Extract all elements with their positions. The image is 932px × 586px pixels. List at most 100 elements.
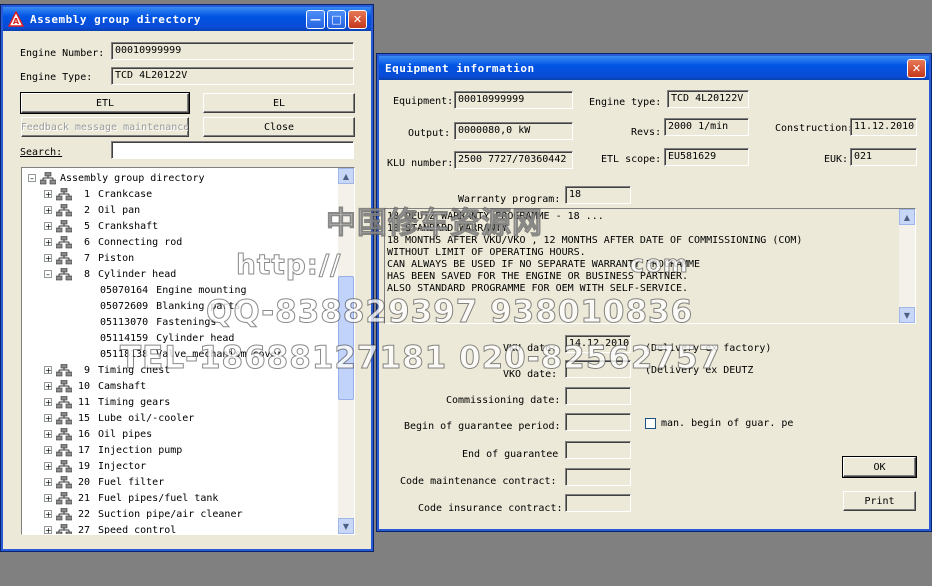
group-name: Fuel pipes/fuel tank (98, 492, 219, 504)
tree-group-item[interactable]: +9 Timing chest (44, 362, 170, 378)
expand-icon[interactable]: + (44, 446, 52, 455)
vku-date-label: VKU date: (503, 343, 558, 354)
subitem-name: Blanking parts (156, 300, 241, 312)
subitem-name: Engine mounting (156, 284, 247, 296)
output-label: Output: (408, 128, 451, 139)
group-name: Camshaft (98, 380, 147, 392)
chevron-down-icon: ▼ (342, 521, 350, 531)
maximize-button[interactable]: □ (327, 10, 346, 29)
tree-group-item[interactable]: – 8 Cylinder head (44, 266, 176, 282)
print-button[interactable]: Print (843, 491, 916, 511)
tree-subitem[interactable]: 05072609 Blanking parts (100, 298, 240, 314)
group-number: 7 (83, 252, 90, 264)
tree-group-item[interactable]: +1 Crankcase (44, 186, 152, 202)
subitem-code: 05118138 (100, 348, 149, 360)
window-title: Assembly group directory (30, 12, 201, 26)
tree-group-item[interactable]: +10 Camshaft (44, 378, 146, 394)
group-number: 1 (83, 188, 90, 200)
window-close-button[interactable]: ✕ (348, 10, 367, 29)
expand-icon[interactable]: + (44, 462, 52, 471)
close-icon: ✕ (911, 62, 922, 75)
engine-number-label: Engine Number: (20, 48, 105, 59)
etl-button[interactable]: ETL (20, 92, 190, 114)
group-name: Fuel filter (98, 476, 165, 488)
tree-group-item[interactable]: +21 Fuel pipes/fuel tank (44, 490, 218, 506)
expand-icon[interactable]: + (44, 382, 52, 391)
feedback-maintenance-button[interactable]: Feedback message maintenance (21, 117, 189, 137)
equipment-window-titlebar[interactable]: Equipment information (379, 56, 929, 80)
expand-icon[interactable]: + (44, 478, 52, 487)
expand-icon[interactable]: + (44, 190, 52, 199)
expand-icon[interactable]: + (44, 254, 52, 263)
assembly-group-icon (55, 523, 73, 534)
tree-root[interactable]: – Assembly group directory (28, 170, 205, 186)
equipment-label: Equipment: (393, 96, 454, 107)
group-number: 15 (77, 412, 90, 424)
tree-subitem[interactable]: 05070164 Engine mounting (100, 282, 246, 298)
tree-group-item[interactable]: +5 Crankshaft (44, 218, 158, 234)
tree-subitem[interactable]: 05113070 Fastenings (100, 314, 216, 330)
tree-subitem[interactable]: 05114159 Cylinder head (100, 330, 234, 346)
tree-group-item[interactable]: +19 Injector (44, 458, 146, 474)
assembly-group-icon (55, 187, 73, 201)
warranty-text-line: 18 DEUTZ WARRANTY PROGRAMME - 18 ... (387, 211, 604, 222)
memo-scroll-down-button[interactable]: ▼ (899, 307, 915, 323)
group-number: 8 (83, 268, 90, 280)
assembly-group-icon (39, 171, 57, 185)
assembly-tree[interactable]: – Assembly group directory +1 Crankcase +2 Oi… (21, 167, 355, 535)
expand-icon[interactable]: + (44, 494, 52, 503)
assembly-group-icon (55, 459, 73, 473)
collapse-icon[interactable]: – (28, 174, 36, 183)
tree-group-item[interactable]: +20 Fuel filter (44, 474, 164, 490)
vku-note: (Delivery ex factory) (645, 343, 772, 354)
tree-group-item[interactable]: +16 Oil pipes (44, 426, 152, 442)
tree-scrollbar[interactable]: ▲ ▼ (338, 168, 354, 534)
tree-group-item[interactable]: +2 Oil pan (44, 202, 140, 218)
tree-subitem[interactable]: 05118138 Valve mechanism cover (100, 346, 283, 362)
collapse-icon[interactable]: – (44, 270, 52, 279)
memo-scroll-up-button[interactable]: ▲ (899, 209, 915, 225)
maximize-icon: □ (331, 13, 342, 26)
subitem-name: Fastenings (156, 316, 217, 328)
tree-group-item[interactable]: +6 Connecting rod (44, 234, 182, 250)
construction-field: 11.12.2010 (850, 118, 917, 136)
expand-icon[interactable]: + (44, 222, 52, 231)
code-maintenance-field (565, 468, 631, 486)
expand-icon[interactable]: + (44, 510, 52, 519)
expand-icon[interactable]: + (44, 430, 52, 439)
expand-icon[interactable]: + (44, 206, 52, 215)
klu-number-label: KLU number: (387, 158, 454, 169)
equipment-close-button[interactable]: ✕ (907, 59, 926, 78)
expand-icon[interactable]: + (44, 366, 52, 375)
scroll-thumb[interactable] (338, 276, 354, 400)
close-button[interactable]: Close (203, 117, 355, 137)
search-input[interactable] (111, 141, 354, 159)
assembly-group-icon (55, 443, 73, 457)
group-name: Crankcase (98, 188, 153, 200)
scroll-up-button[interactable]: ▲ (338, 168, 354, 184)
expand-icon[interactable]: + (44, 414, 52, 423)
tree-group-item[interactable]: +7 Piston (44, 250, 134, 266)
el-button[interactable]: EL (203, 93, 355, 113)
group-number: 21 (77, 492, 90, 504)
memo-scrollbar[interactable]: ▲ ▼ (899, 209, 915, 323)
expand-icon[interactable]: + (44, 526, 52, 534)
manual-begin-checkbox[interactable] (645, 418, 656, 429)
tree-group-item[interactable]: +17 Injection pump (44, 442, 182, 458)
tree-group-item[interactable]: +27 Speed control (44, 522, 176, 534)
tree-group-item[interactable]: +22 Suction pipe/air cleaner (44, 506, 243, 522)
group-name: Piston (98, 252, 135, 264)
expand-icon[interactable]: + (44, 238, 52, 247)
tree-group-item[interactable]: +15 Lube oil/-cooler (44, 410, 194, 426)
warranty-text-area[interactable]: 18 DEUTZ WARRANTY PROGRAMME - 18 ... 18 S… (384, 208, 916, 324)
group-number: 20 (77, 476, 90, 488)
group-number: 22 (77, 508, 90, 520)
tree-group-item[interactable]: +11 Timing gears (44, 394, 170, 410)
close-icon: ✕ (352, 13, 363, 26)
minimize-button[interactable]: — (306, 10, 325, 29)
assembly-group-icon (55, 507, 73, 521)
ok-button[interactable]: OK (842, 456, 917, 478)
expand-icon[interactable]: + (44, 398, 52, 407)
assembly-group-icon (55, 251, 73, 265)
scroll-down-button[interactable]: ▼ (338, 518, 354, 534)
